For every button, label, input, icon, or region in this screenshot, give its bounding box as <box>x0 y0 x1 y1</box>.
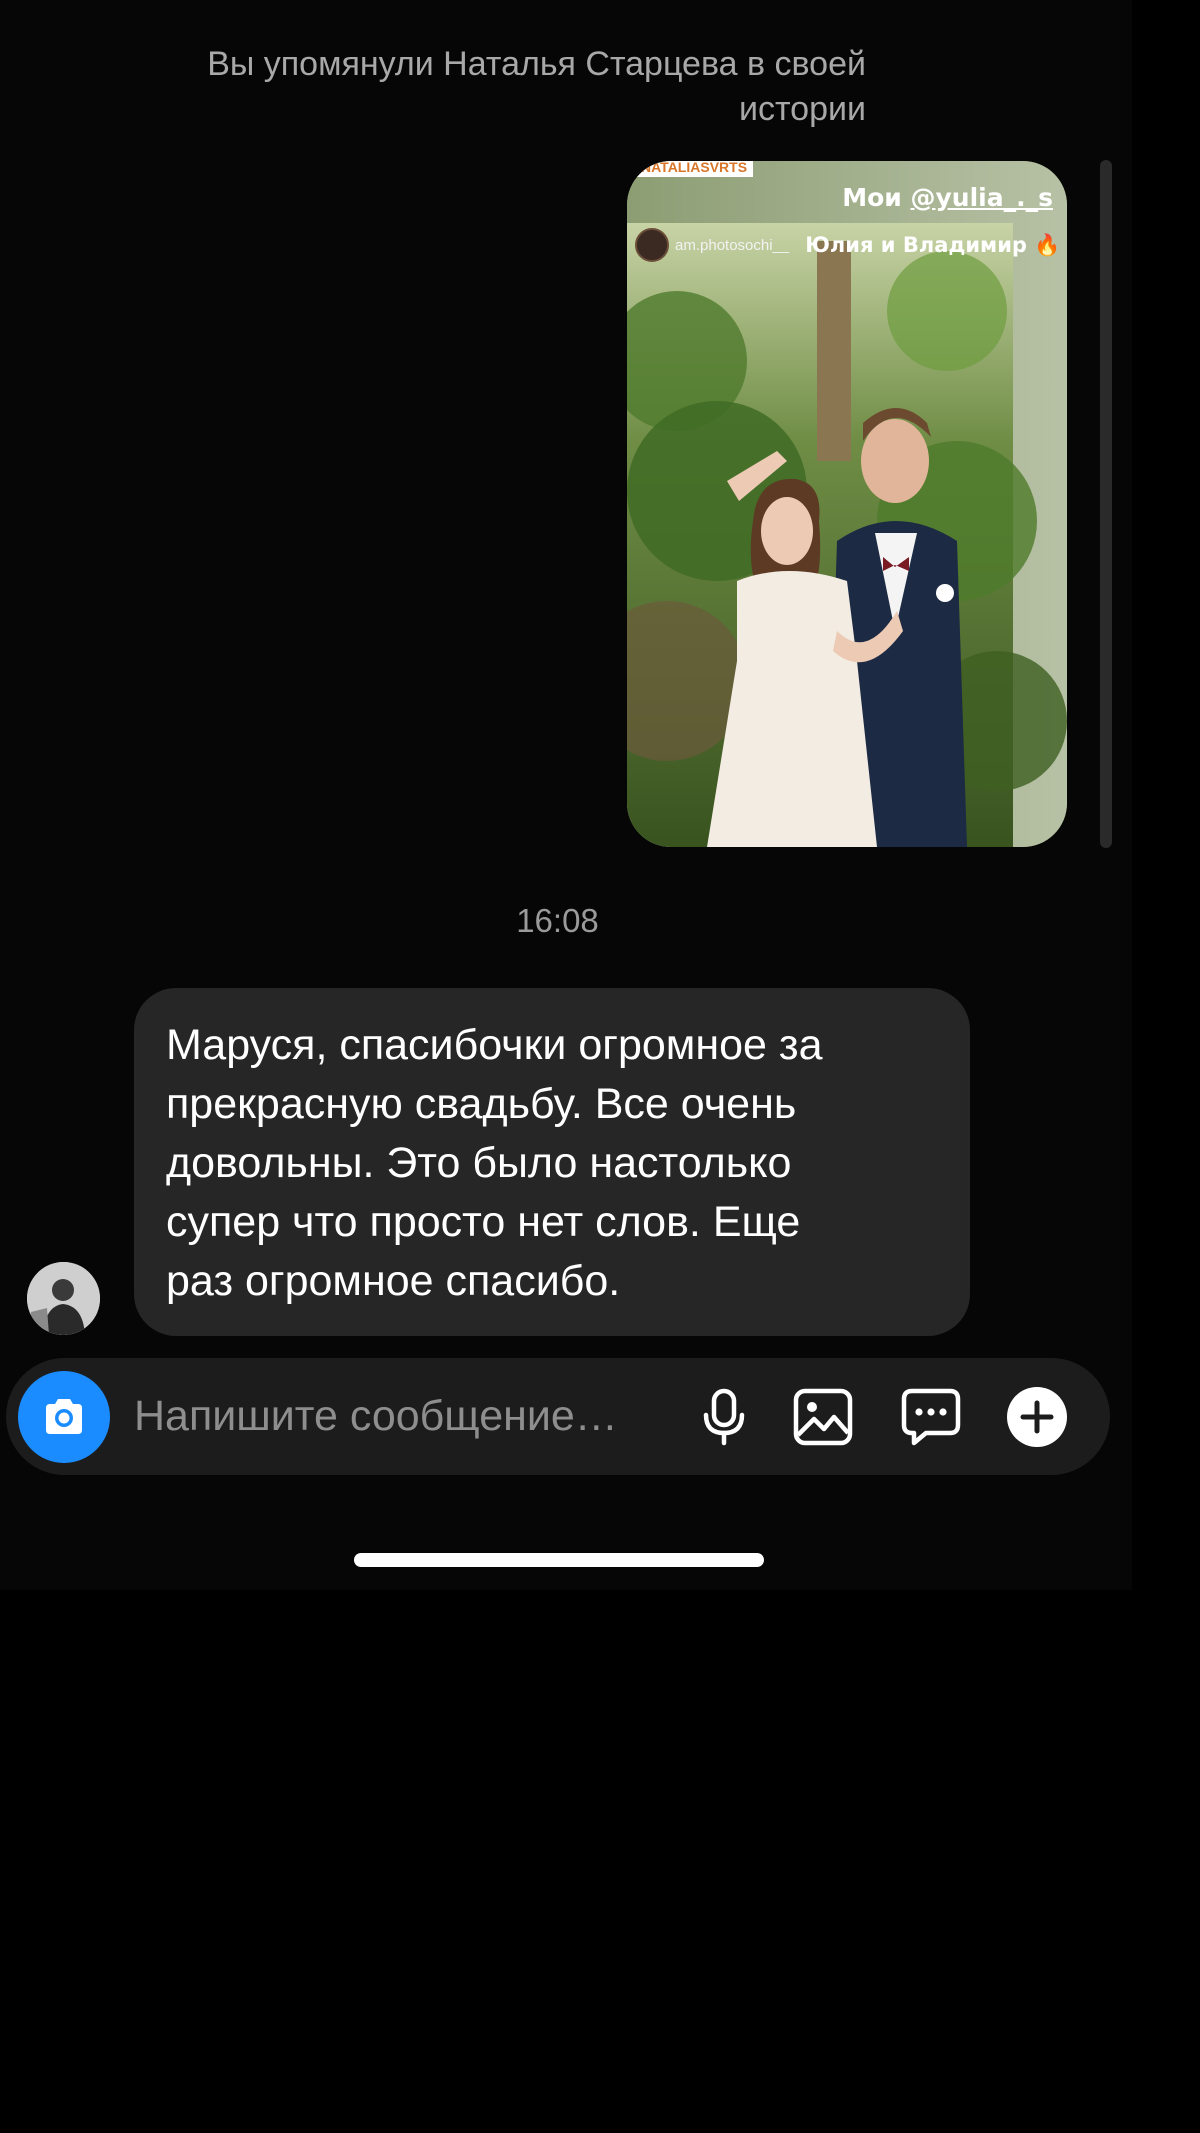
camera-button[interactable] <box>18 1371 110 1463</box>
gallery-icon <box>793 1388 853 1446</box>
microphone-icon <box>703 1388 745 1446</box>
plus-button[interactable] <box>1004 1384 1070 1450</box>
message-timestamp: 16:08 <box>516 902 599 939</box>
sticker-chat-button[interactable] <box>898 1384 964 1450</box>
sender-avatar[interactable] <box>27 1262 100 1335</box>
story-author-avatar <box>635 228 669 262</box>
message-text: Маруся, спасибочки огромное за прекрасну… <box>166 1021 823 1305</box>
chat-area: Вы упомянули Наталья Старцева в своей ис… <box>0 0 1132 1590</box>
camera-icon <box>46 1399 82 1434</box>
plus-icon <box>1007 1387 1067 1447</box>
story-mention-handle: @yulia_._s <box>910 183 1053 212</box>
story-photo <box>627 161 1067 847</box>
message-composer <box>6 1358 1110 1475</box>
home-indicator[interactable] <box>354 1553 764 1567</box>
story-author-names: Юлия и Владимир 🔥 <box>805 232 1061 257</box>
story-mention-prefix: Мои <box>842 183 902 212</box>
gallery-button[interactable] <box>790 1384 856 1450</box>
story-mention-text: Мои @yulia_._s <box>842 183 1053 212</box>
story-reply-card[interactable]: NATALIASVRTS Мои @yulia_._s am.photosoch… <box>627 161 1067 847</box>
sticker-chat-icon <box>901 1388 961 1446</box>
scrollbar[interactable] <box>1100 160 1112 848</box>
microphone-button[interactable] <box>691 1384 757 1450</box>
message-bubble[interactable]: Маруся, спасибочки огромное за прекрасну… <box>134 988 970 1336</box>
message-input[interactable] <box>134 1388 684 1444</box>
story-author-row: am.photosochi__ Юлия и Владимир 🔥 <box>635 227 1061 263</box>
story-author-username: am.photosochi__ <box>675 236 790 254</box>
story-mention-note: Вы упомянули Наталья Старцева в своей ис… <box>207 45 866 128</box>
story-tag: NATALIASVRTS <box>635 161 754 177</box>
avatar-photo <box>27 1262 100 1335</box>
